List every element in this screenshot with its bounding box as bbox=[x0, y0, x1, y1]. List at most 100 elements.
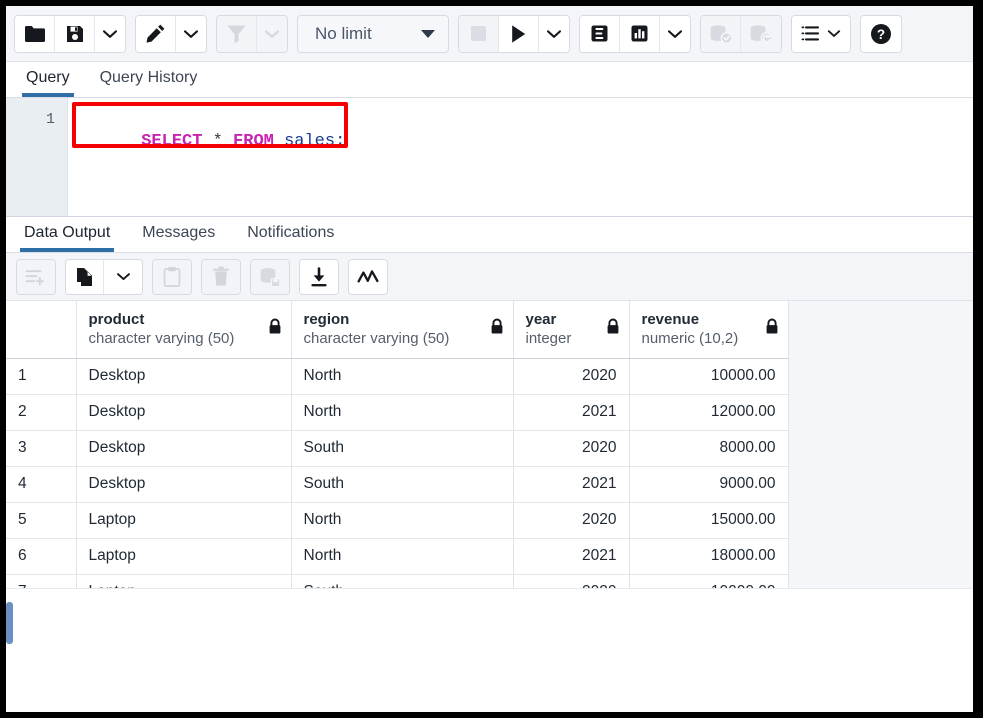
help-button-group: ? bbox=[860, 15, 902, 53]
cell-product[interactable]: Desktop bbox=[76, 466, 291, 502]
table-row[interactable]: 4 Desktop South 2021 9000.00 bbox=[6, 466, 788, 502]
copy-button[interactable] bbox=[66, 260, 104, 294]
edit-button[interactable] bbox=[136, 16, 176, 52]
transaction-button-group bbox=[700, 15, 782, 53]
edit-options-button[interactable] bbox=[176, 16, 206, 52]
macros-button-group bbox=[791, 15, 851, 53]
edit-button-group bbox=[135, 15, 207, 53]
save-file-button[interactable] bbox=[55, 16, 95, 52]
sql-keyword-from: FROM bbox=[233, 132, 274, 151]
explain-options-button[interactable] bbox=[660, 16, 690, 52]
column-name: region bbox=[304, 310, 503, 329]
cell-year[interactable]: 2021 bbox=[513, 394, 629, 430]
sql-editor[interactable]: 1 SELECT * FROM sales; bbox=[6, 98, 973, 216]
tab-query-history[interactable]: Query History bbox=[96, 70, 202, 97]
query-tab-strip: Query Query History bbox=[6, 62, 973, 98]
cell-year[interactable]: 2020 bbox=[513, 430, 629, 466]
add-row-button[interactable] bbox=[17, 260, 55, 294]
cell-region[interactable]: North bbox=[291, 394, 513, 430]
cell-region[interactable]: North bbox=[291, 358, 513, 394]
chevron-down-icon bbox=[116, 271, 131, 282]
help-button[interactable]: ? bbox=[861, 16, 901, 52]
save-data-changes-button[interactable] bbox=[251, 260, 289, 294]
output-tab-strip: Data Output Messages Notifications bbox=[6, 216, 973, 253]
column-header-year[interactable]: year integer bbox=[513, 301, 629, 358]
table-row[interactable]: 1 Desktop North 2020 10000.00 bbox=[6, 358, 788, 394]
delete-group bbox=[201, 259, 241, 295]
row-limit-select[interactable]: No limit bbox=[297, 15, 449, 53]
floppy-disk-icon bbox=[65, 24, 85, 44]
explain-analyze-button[interactable] bbox=[620, 16, 660, 52]
execute-options-button[interactable] bbox=[539, 16, 569, 52]
cell-revenue[interactable]: 18000.00 bbox=[629, 538, 788, 574]
tab-query[interactable]: Query bbox=[22, 70, 74, 97]
explain-button[interactable] bbox=[580, 16, 620, 52]
copy-options-button[interactable] bbox=[104, 260, 142, 294]
save-options-button[interactable] bbox=[95, 16, 125, 52]
column-header-revenue[interactable]: revenue numeric (10,2) bbox=[629, 301, 788, 358]
cell-revenue[interactable]: 10000.00 bbox=[629, 358, 788, 394]
download-button[interactable] bbox=[300, 260, 338, 294]
cell-product[interactable]: Laptop bbox=[76, 538, 291, 574]
sql-code-area[interactable]: SELECT * FROM sales; bbox=[68, 98, 973, 216]
cell-product[interactable]: Desktop bbox=[76, 394, 291, 430]
download-icon bbox=[309, 267, 329, 287]
lock-icon bbox=[268, 319, 282, 340]
cell-revenue[interactable]: 8000.00 bbox=[629, 430, 788, 466]
tab-data-output-label: Data Output bbox=[24, 224, 110, 241]
add-row-icon bbox=[25, 268, 47, 286]
tab-notifications[interactable]: Notifications bbox=[243, 225, 338, 252]
filter-button[interactable] bbox=[217, 16, 257, 52]
stop-button[interactable] bbox=[459, 16, 499, 52]
cell-product[interactable]: Laptop bbox=[76, 502, 291, 538]
cell-year[interactable]: 2021 bbox=[513, 466, 629, 502]
cell-revenue[interactable]: 15000.00 bbox=[629, 502, 788, 538]
cell-region[interactable]: South bbox=[291, 430, 513, 466]
rollback-button[interactable] bbox=[741, 16, 781, 52]
chevron-down-icon bbox=[827, 28, 841, 39]
cell-product[interactable]: Desktop bbox=[76, 358, 291, 394]
database-rollback-icon bbox=[749, 24, 773, 44]
paste-button[interactable] bbox=[153, 260, 191, 294]
editor-gutter: 1 bbox=[6, 98, 68, 216]
bar-chart-icon bbox=[630, 24, 649, 43]
pencil-icon bbox=[145, 23, 166, 44]
cell-year[interactable]: 2020 bbox=[513, 502, 629, 538]
line-number: 1 bbox=[6, 109, 55, 131]
graph-visualiser-button[interactable] bbox=[349, 260, 387, 294]
delete-button[interactable] bbox=[202, 260, 240, 294]
download-group bbox=[299, 259, 339, 295]
cell-product[interactable]: Desktop bbox=[76, 430, 291, 466]
open-file-button[interactable] bbox=[15, 16, 55, 52]
cell-year[interactable]: 2021 bbox=[513, 538, 629, 574]
lock-icon bbox=[765, 319, 779, 340]
database-check-icon bbox=[709, 24, 733, 44]
cell-revenue[interactable]: 9000.00 bbox=[629, 466, 788, 502]
cell-region[interactable]: North bbox=[291, 502, 513, 538]
row-number: 3 bbox=[6, 430, 76, 466]
table-row[interactable]: 5 Laptop North 2020 15000.00 bbox=[6, 502, 788, 538]
commit-button[interactable] bbox=[701, 16, 741, 52]
table-row[interactable]: 6 Laptop North 2021 18000.00 bbox=[6, 538, 788, 574]
filter-options-button[interactable] bbox=[257, 16, 287, 52]
column-header-region[interactable]: region character varying (50) bbox=[291, 301, 513, 358]
cell-year[interactable]: 2020 bbox=[513, 358, 629, 394]
column-header-product[interactable]: product character varying (50) bbox=[76, 301, 291, 358]
row-limit-value: No limit bbox=[315, 24, 372, 44]
cell-region[interactable]: North bbox=[291, 538, 513, 574]
stop-square-icon bbox=[469, 24, 488, 43]
execute-button-group bbox=[458, 15, 570, 53]
chevron-down-icon bbox=[421, 30, 435, 38]
macros-button[interactable] bbox=[792, 16, 850, 52]
cell-region[interactable]: South bbox=[291, 466, 513, 502]
results-grid-container[interactable]: product character varying (50) region ch… bbox=[6, 301, 973, 650]
chevron-down-icon bbox=[183, 28, 199, 40]
execute-query-button[interactable] bbox=[499, 16, 539, 52]
table-row[interactable]: 3 Desktop South 2020 8000.00 bbox=[6, 430, 788, 466]
tab-messages[interactable]: Messages bbox=[138, 225, 219, 252]
vertical-scrollbar-thumb[interactable] bbox=[6, 602, 13, 644]
table-row[interactable]: 2 Desktop North 2021 12000.00 bbox=[6, 394, 788, 430]
tab-data-output[interactable]: Data Output bbox=[20, 225, 114, 252]
tab-notifications-label: Notifications bbox=[247, 224, 334, 241]
cell-revenue[interactable]: 12000.00 bbox=[629, 394, 788, 430]
